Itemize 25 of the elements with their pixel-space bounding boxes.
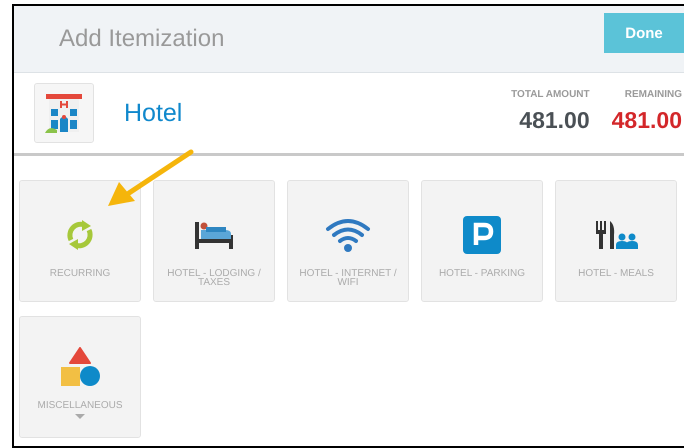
hotel-icon (44, 92, 84, 134)
category-tile[interactable]: RECURRING (19, 180, 141, 302)
category-tile[interactable]: HOTEL - PARKING (421, 180, 543, 302)
bed-icon (193, 219, 235, 251)
category-tile[interactable]: HOTEL - INTERNET / WIFI (287, 180, 409, 302)
category-label: HOTEL - MEALS (577, 269, 655, 278)
done-button[interactable]: Done (604, 13, 684, 53)
category-label: HOTEL - INTERNET / WIFI (298, 269, 398, 287)
cutlery-people-icon (594, 219, 638, 251)
shapes-icon (60, 347, 100, 387)
expense-type: Hotel (124, 98, 184, 128)
remaining-amount: 481.00 (612, 106, 682, 134)
category-label: MISCELLANEOUS (36, 401, 124, 410)
total-amount: 481.00 (519, 106, 590, 134)
category-tile[interactable]: MISCELLANEOUS (19, 316, 141, 438)
category-tile[interactable]: HOTEL - LODGING / TAXES (153, 180, 275, 302)
category-tile[interactable]: HOTEL - MEALS (555, 180, 677, 302)
total-label: TOTAL AMOUNT (511, 88, 590, 100)
remaining-label: REMAINING (624, 88, 682, 100)
wifi-icon (325, 217, 371, 253)
screen-title: Add Itemization (59, 25, 224, 53)
category-label: HOTEL - PARKING (438, 269, 526, 278)
category-label: RECURRING (48, 269, 112, 278)
parking-icon (463, 216, 501, 254)
category-label: HOTEL - LODGING / TAXES (166, 269, 262, 287)
